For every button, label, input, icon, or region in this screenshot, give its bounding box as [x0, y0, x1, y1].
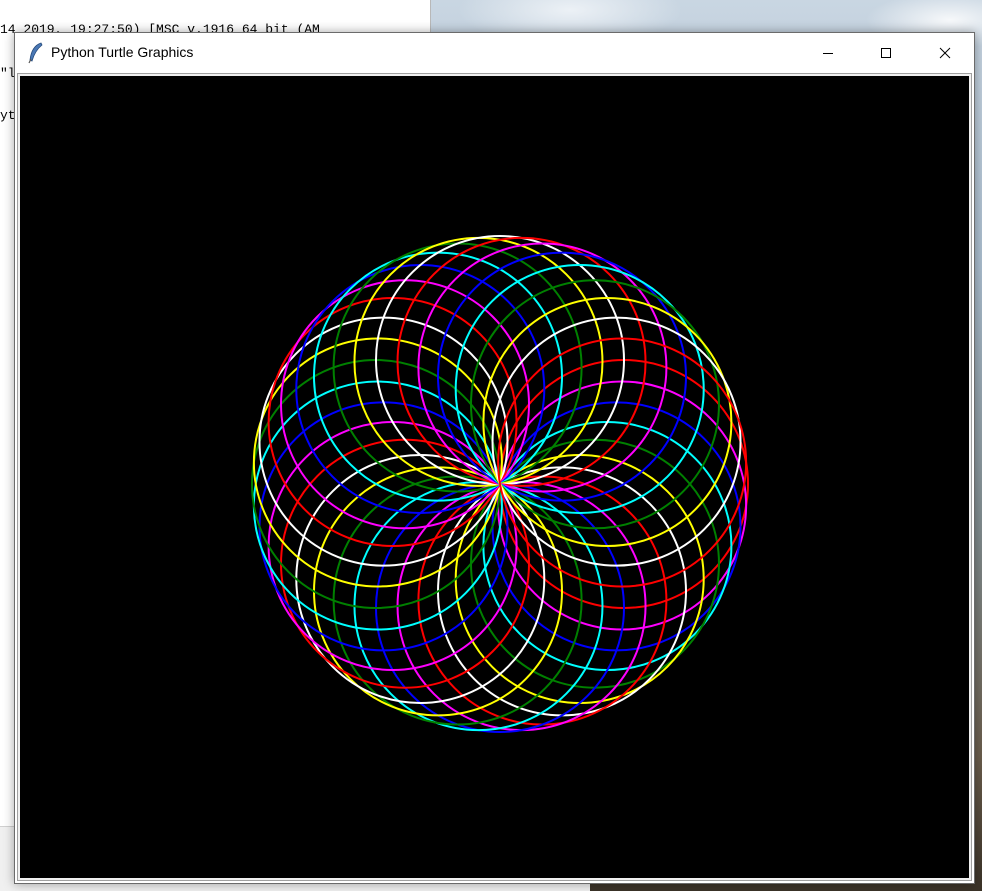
minimize-button[interactable]	[799, 33, 857, 72]
feather-icon	[27, 42, 45, 64]
close-button[interactable]	[916, 33, 974, 72]
turtle-graphics-window[interactable]: Python Turtle Graphics	[14, 32, 975, 884]
close-icon	[939, 47, 951, 59]
canvas-frame	[17, 73, 972, 881]
shell-scrollbar[interactable]	[0, 826, 14, 851]
maximize-icon	[880, 47, 892, 59]
maximize-button[interactable]	[857, 33, 915, 72]
minimize-icon	[822, 47, 834, 59]
window-title: Python Turtle Graphics	[51, 44, 194, 60]
title-bar[interactable]: Python Turtle Graphics	[15, 33, 974, 72]
spirograph-drawing	[251, 235, 749, 733]
turtle-canvas[interactable]	[20, 76, 969, 878]
